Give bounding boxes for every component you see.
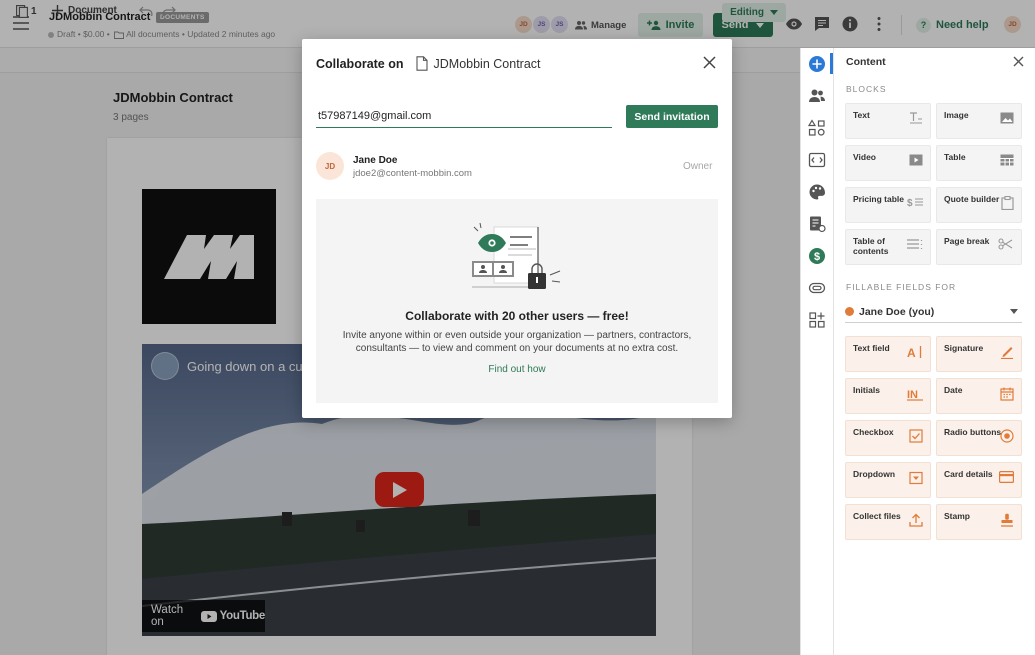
dropdown-icon — [909, 471, 923, 485]
credit-card-icon — [999, 471, 1014, 483]
table-block-icon — [1000, 154, 1014, 166]
field-text-field[interactable]: Text field A — [845, 336, 931, 372]
stamp-icon — [1000, 513, 1014, 527]
block-table[interactable]: Table — [936, 145, 1022, 181]
text-block-icon — [909, 112, 923, 124]
field-card-details[interactable]: Card details — [936, 462, 1022, 498]
field-checkbox[interactable]: Checkbox — [845, 420, 931, 456]
image-block-icon — [1000, 112, 1014, 124]
block-image[interactable]: Image — [936, 103, 1022, 139]
promo-description: Invite anyone within or even outside you… — [342, 330, 692, 354]
svg-text:IN: IN — [907, 389, 918, 401]
collaboration-illustration-icon — [468, 221, 568, 296]
block-page-break[interactable]: Page break — [936, 229, 1022, 265]
document-icon — [415, 56, 428, 71]
close-dialog-icon[interactable] — [703, 56, 716, 69]
theme-palette-icon[interactable] — [808, 183, 826, 201]
field-radio-buttons[interactable]: Radio buttons — [936, 420, 1022, 456]
recipients-icon[interactable] — [808, 87, 826, 105]
variables-icon[interactable] — [808, 151, 826, 169]
recipient-name: Jane Doe (you) — [859, 305, 935, 318]
promo-heading: Collaborate with 20 other users — free! — [405, 309, 629, 323]
text-field-icon: A — [907, 345, 923, 359]
member-name: Jane Doe — [353, 155, 398, 166]
svg-text:$: $ — [814, 251, 820, 263]
blocks-section-label: BLOCKS — [846, 84, 887, 94]
field-collect-files[interactable]: Collect files — [845, 504, 931, 540]
sidebar-icon-rail — [800, 48, 834, 655]
signature-pen-icon — [1000, 345, 1014, 359]
field-signature[interactable]: Signature — [936, 336, 1022, 372]
field-dropdown[interactable]: Dropdown — [845, 462, 931, 498]
panel-title: Content — [846, 56, 886, 68]
add-content-icon[interactable] — [808, 55, 826, 73]
member-email: jdoe2@content-mobbin.com — [353, 168, 472, 179]
dialog-title-label: Collaborate on — [316, 56, 404, 71]
attachments-icon[interactable] — [808, 279, 826, 297]
member-role: Owner — [683, 161, 713, 172]
close-panel-icon[interactable] — [1013, 56, 1024, 67]
scissors-icon — [998, 238, 1014, 250]
recipient-select[interactable]: Jane Doe (you) — [845, 301, 1022, 323]
invite-email-input[interactable] — [316, 105, 612, 128]
find-out-how-link[interactable]: Find out how — [316, 364, 718, 375]
recipient-color-dot — [845, 307, 854, 316]
block-table-of-contents[interactable]: Table of contents — [845, 229, 931, 265]
pricing-table-icon: $ — [907, 196, 923, 208]
block-quote-builder[interactable]: Quote builder — [936, 187, 1022, 223]
field-stamp[interactable]: Stamp — [936, 504, 1022, 540]
field-date[interactable]: Date — [936, 378, 1022, 414]
block-video[interactable]: Video — [845, 145, 931, 181]
checkbox-icon — [909, 429, 923, 443]
send-invitation-button[interactable]: Send invitation — [626, 105, 718, 128]
svg-text:$: $ — [907, 198, 913, 208]
initials-icon: IN — [907, 387, 923, 401]
upload-icon — [909, 513, 923, 527]
block-text[interactable]: Text — [845, 103, 931, 139]
pricing-dollar-icon[interactable]: $ — [808, 247, 826, 265]
svg-text:A: A — [907, 346, 916, 359]
field-initials[interactable]: Initials IN — [845, 378, 931, 414]
document-settings-icon[interactable] — [808, 215, 826, 233]
chevron-down-icon — [1010, 309, 1018, 314]
dialog-title: Collaborate on JDMobbin Contract — [316, 56, 541, 71]
design-shapes-icon[interactable] — [808, 119, 826, 137]
calendar-icon — [1000, 387, 1014, 401]
member-avatar: JD — [316, 152, 344, 180]
fillable-fields-label: FILLABLE FIELDS FOR — [846, 282, 957, 292]
block-pricing-table[interactable]: Pricing table $ — [845, 187, 931, 223]
video-block-icon — [909, 154, 923, 166]
dialog-document-name: JDMobbin Contract — [433, 56, 541, 71]
active-tab-indicator — [830, 53, 833, 74]
quote-builder-icon — [1001, 196, 1014, 210]
table-of-contents-icon — [907, 238, 923, 250]
radio-button-icon — [1000, 429, 1014, 443]
apps-grid-icon[interactable] — [808, 311, 826, 329]
